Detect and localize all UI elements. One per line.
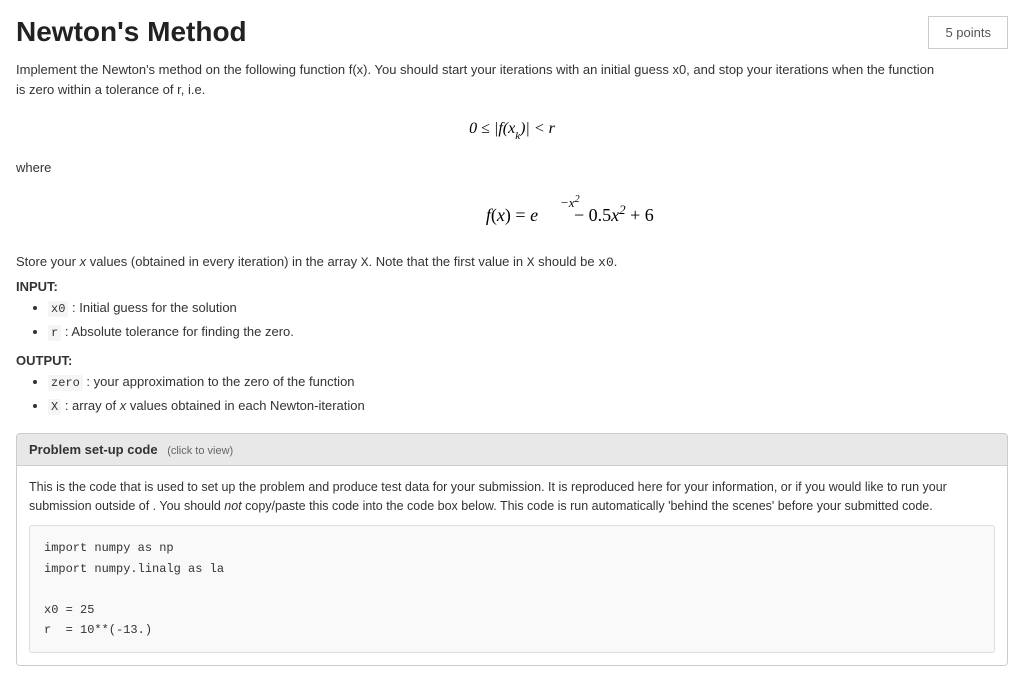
problem-setup-body: This is the code that is used to set up …: [17, 465, 1007, 665]
problem-setup-section: Problem set-up code (click to view) This…: [16, 433, 1008, 666]
svg-text:f(x) = e: f(x) = e: [486, 205, 538, 226]
where-text: where: [16, 160, 1008, 175]
problem-setup-header[interactable]: Problem set-up code (click to view): [17, 434, 1007, 465]
page-title: Newton's Method: [16, 16, 1008, 48]
points-badge: 5 points: [928, 16, 1008, 49]
click-to-view-text: (click to view): [167, 445, 233, 457]
input-label: INPUT:: [16, 279, 1008, 294]
input-item-x0: x0 : Initial guess for the solution: [48, 296, 1008, 321]
output-label: OUTPUT:: [16, 353, 1008, 368]
output-list: zero : your approximation to the zero of…: [48, 370, 1008, 419]
description-text: Implement the Newton's method on the fol…: [16, 60, 936, 99]
tolerance-formula: 0 ≤ |f(xk)| < r: [16, 109, 1008, 150]
setup-description-text: This is the code that is used to set up …: [29, 478, 995, 516]
function-formula: f(x) = e −x2 − 0.5x2 + 6: [16, 185, 1008, 242]
problem-setup-title: Problem set-up code: [29, 442, 158, 457]
output-item-zero: zero : your approximation to the zero of…: [48, 370, 1008, 395]
svg-text:0 ≤ |f(xk)| < r: 0 ≤ |f(xk)| < r: [469, 120, 556, 142]
input-list: x0 : Initial guess for the solution r : …: [48, 296, 1008, 345]
svg-text:− 0.5x2 + 6: − 0.5x2 + 6: [574, 202, 654, 226]
page-wrapper: 5 points Newton's Method Implement the N…: [16, 16, 1008, 666]
store-text: Store your x values (obtained in every i…: [16, 252, 1008, 273]
output-item-X: X : array of x values obtained in each N…: [48, 394, 1008, 419]
input-item-r: r : Absolute tolerance for finding the z…: [48, 320, 1008, 345]
setup-code-block: import numpy as np import numpy.linalg a…: [29, 525, 995, 653]
